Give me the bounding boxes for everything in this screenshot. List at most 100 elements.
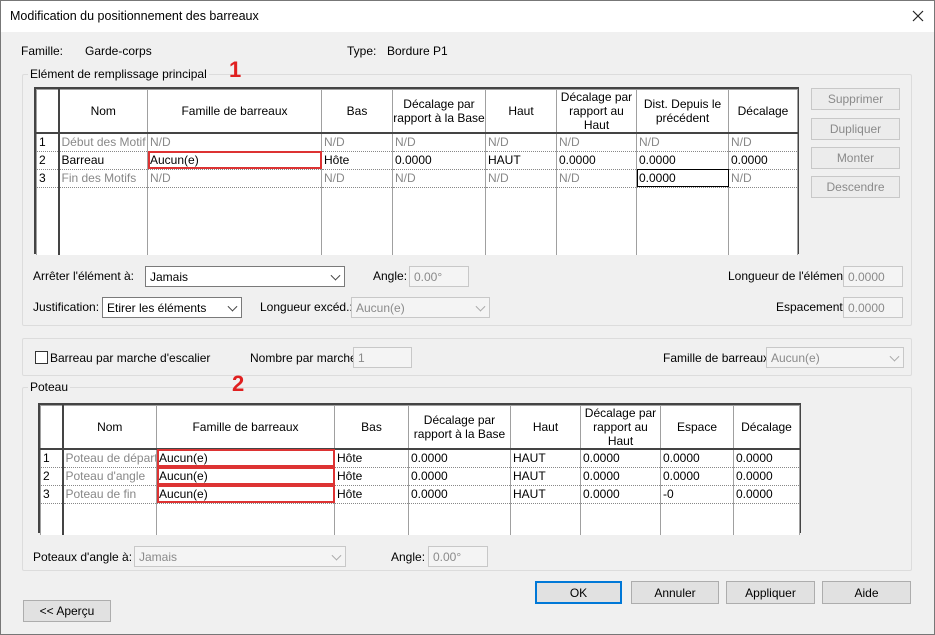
cell-decalage[interactable]: N/D — [728, 133, 798, 152]
main-table: Nom Famille de barreaux Bas Décalage par… — [36, 89, 798, 255]
col-header-decalage[interactable]: Décalage — [733, 405, 800, 450]
cell-decalage-haut[interactable]: 0.0000 — [580, 485, 661, 504]
cell-nom[interactable]: Poteau de fin — [62, 485, 157, 504]
ok-button[interactable]: OK — [535, 581, 622, 604]
cell-nom[interactable]: Poteau d'angle — [62, 467, 157, 486]
row-number[interactable]: 3 — [40, 485, 64, 504]
count-per-stair-field[interactable]: 1 — [353, 347, 412, 368]
cell-decalage-base[interactable]: 0.0000 — [408, 449, 511, 468]
cell-decalage[interactable]: 0.0000 — [733, 485, 800, 504]
cell-espace[interactable]: -0 — [660, 485, 734, 504]
cell-haut[interactable]: HAUT — [510, 449, 581, 468]
cell-haut[interactable]: HAUT — [510, 485, 581, 504]
cell-famille[interactable]: N/D — [147, 133, 322, 152]
cell-decalage-haut[interactable]: 0.0000 — [580, 467, 661, 486]
cell-haut[interactable]: HAUT — [485, 151, 557, 170]
row-number[interactable]: 1 — [40, 449, 64, 468]
move-up-button[interactable]: Monter — [811, 147, 900, 169]
col-header-espace[interactable]: Espace — [660, 405, 734, 450]
col-header-bas[interactable]: Bas — [321, 89, 393, 134]
element-length-field[interactable]: 0.0000 — [843, 266, 903, 287]
cell-distance-focused[interactable]: 0.0000 — [636, 169, 729, 188]
cell-nom[interactable]: Poteau de départ — [62, 449, 157, 468]
cell-bas[interactable]: N/D — [321, 169, 393, 188]
cell-decalage-haut[interactable]: 0.0000 — [556, 151, 637, 170]
cell-bas[interactable]: Hôte — [334, 467, 409, 486]
col-header-nom[interactable]: Nom — [58, 89, 148, 134]
col-header-decalage-base[interactable]: Décalage par rapport à la Base — [408, 405, 511, 450]
cell-famille-highlighted[interactable]: Aucun(e) — [156, 449, 335, 468]
col-header-famille[interactable]: Famille de barreaux — [147, 89, 322, 134]
move-down-button[interactable]: Descendre — [811, 176, 900, 198]
excess-length-select[interactable]: Aucun(e) — [351, 297, 490, 318]
apply-button[interactable]: Appliquer — [726, 581, 815, 604]
cell-decalage-base[interactable]: N/D — [392, 169, 486, 188]
stair-family-select[interactable]: Aucun(e) — [766, 347, 904, 368]
cell-haut[interactable]: HAUT — [510, 467, 581, 486]
cell-distance[interactable]: 0.0000 — [636, 151, 729, 170]
cell-decalage[interactable]: 0.0000 — [733, 467, 800, 486]
per-stair-checkbox[interactable] — [35, 351, 48, 364]
cell-haut[interactable]: N/D — [485, 133, 557, 152]
cancel-button[interactable]: Annuler — [631, 581, 719, 604]
cell-decalage-base[interactable]: 0.0000 — [392, 151, 486, 170]
table-row[interactable]: 1 Poteau de départ Aucun(e) Hôte 0.0000 … — [40, 449, 800, 468]
cell-famille-highlighted[interactable]: Aucun(e) — [156, 467, 335, 486]
close-icon[interactable] — [902, 1, 934, 31]
cell-decalage[interactable]: 0.0000 — [733, 449, 800, 468]
cell-decalage-haut[interactable]: N/D — [556, 169, 637, 188]
cell-bas[interactable]: Hôte — [334, 485, 409, 504]
cell-decalage-haut[interactable]: N/D — [556, 133, 637, 152]
cell-famille[interactable]: N/D — [147, 169, 322, 188]
col-header-decalage[interactable]: Décalage — [728, 89, 798, 134]
cell-decalage-base[interactable]: 0.0000 — [408, 485, 511, 504]
row-number[interactable]: 2 — [40, 467, 64, 486]
angle-field[interactable]: 0.00° — [409, 266, 469, 287]
table-row[interactable]: 3 Poteau de fin Aucun(e) Hôte 0.0000 HAU… — [40, 485, 800, 504]
cell-nom[interactable]: Fin des Motifs — [58, 169, 148, 188]
cell-nom[interactable]: Barreau — [58, 151, 148, 170]
row-number[interactable]: 2 — [36, 151, 60, 170]
col-header-haut[interactable]: Haut — [485, 89, 557, 134]
col-header-bas[interactable]: Bas — [334, 405, 409, 450]
cell-nom[interactable]: Début des Motif — [58, 133, 148, 152]
row-number[interactable]: 1 — [36, 133, 60, 152]
cell-decalage[interactable]: N/D — [728, 169, 798, 188]
cell-decalage-base[interactable]: N/D — [392, 133, 486, 152]
table-row[interactable]: 3 Fin des Motifs N/D N/D N/D N/D N/D 0.0… — [36, 169, 798, 188]
col-header-decalage-base[interactable]: Décalage par rapport à la Base — [392, 89, 486, 134]
cell-bas[interactable]: N/D — [321, 133, 393, 152]
delete-button[interactable]: Supprimer — [811, 88, 900, 110]
col-header-distance[interactable]: Dist. Depuis le précédent — [636, 89, 729, 134]
table-row[interactable]: 2 Poteau d'angle Aucun(e) Hôte 0.0000 HA… — [40, 467, 800, 486]
cell-bas[interactable]: Hôte — [321, 151, 393, 170]
table-row[interactable]: 1 Début des Motif N/D N/D N/D N/D N/D N/… — [36, 133, 798, 152]
help-button[interactable]: Aide — [822, 581, 911, 604]
col-header-haut[interactable]: Haut — [510, 405, 581, 450]
post-angle-field[interactable]: 0.00° — [428, 546, 488, 567]
row-number[interactable]: 3 — [36, 169, 60, 188]
justification-select[interactable]: Etirer les éléments — [102, 297, 242, 318]
col-header-decalage-haut[interactable]: Décalage par rapport au Haut — [580, 405, 661, 450]
corner-posts-select[interactable]: Jamais — [134, 546, 346, 567]
cell-famille-highlighted[interactable]: Aucun(e) — [156, 485, 335, 504]
post-angle-label: Angle: — [391, 550, 426, 564]
cell-espace[interactable]: 0.0000 — [660, 467, 734, 486]
col-header-decalage-haut[interactable]: Décalage par rapport au Haut — [556, 89, 637, 134]
cell-decalage-base[interactable]: 0.0000 — [408, 467, 511, 486]
duplicate-button[interactable]: Dupliquer — [811, 118, 900, 140]
col-header-nom[interactable]: Nom — [62, 405, 157, 450]
stop-at-select[interactable]: Jamais — [145, 266, 345, 287]
cell-bas[interactable]: Hôte — [334, 449, 409, 468]
cell-decalage[interactable]: 0.0000 — [728, 151, 798, 170]
cell-famille-highlighted[interactable]: Aucun(e) — [147, 151, 322, 170]
stop-at-value: Jamais — [150, 269, 189, 284]
cell-distance[interactable]: N/D — [636, 133, 729, 152]
preview-button[interactable]: << Aperçu — [23, 600, 111, 622]
col-header-famille[interactable]: Famille de barreaux — [156, 405, 335, 450]
cell-espace[interactable]: 0.0000 — [660, 449, 734, 468]
cell-decalage-haut[interactable]: 0.0000 — [580, 449, 661, 468]
cell-haut[interactable]: N/D — [485, 169, 557, 188]
table-row[interactable]: 2 Barreau Aucun(e) Hôte 0.0000 HAUT 0.00… — [36, 151, 798, 170]
spacing-field[interactable]: 0.0000 — [843, 297, 903, 318]
